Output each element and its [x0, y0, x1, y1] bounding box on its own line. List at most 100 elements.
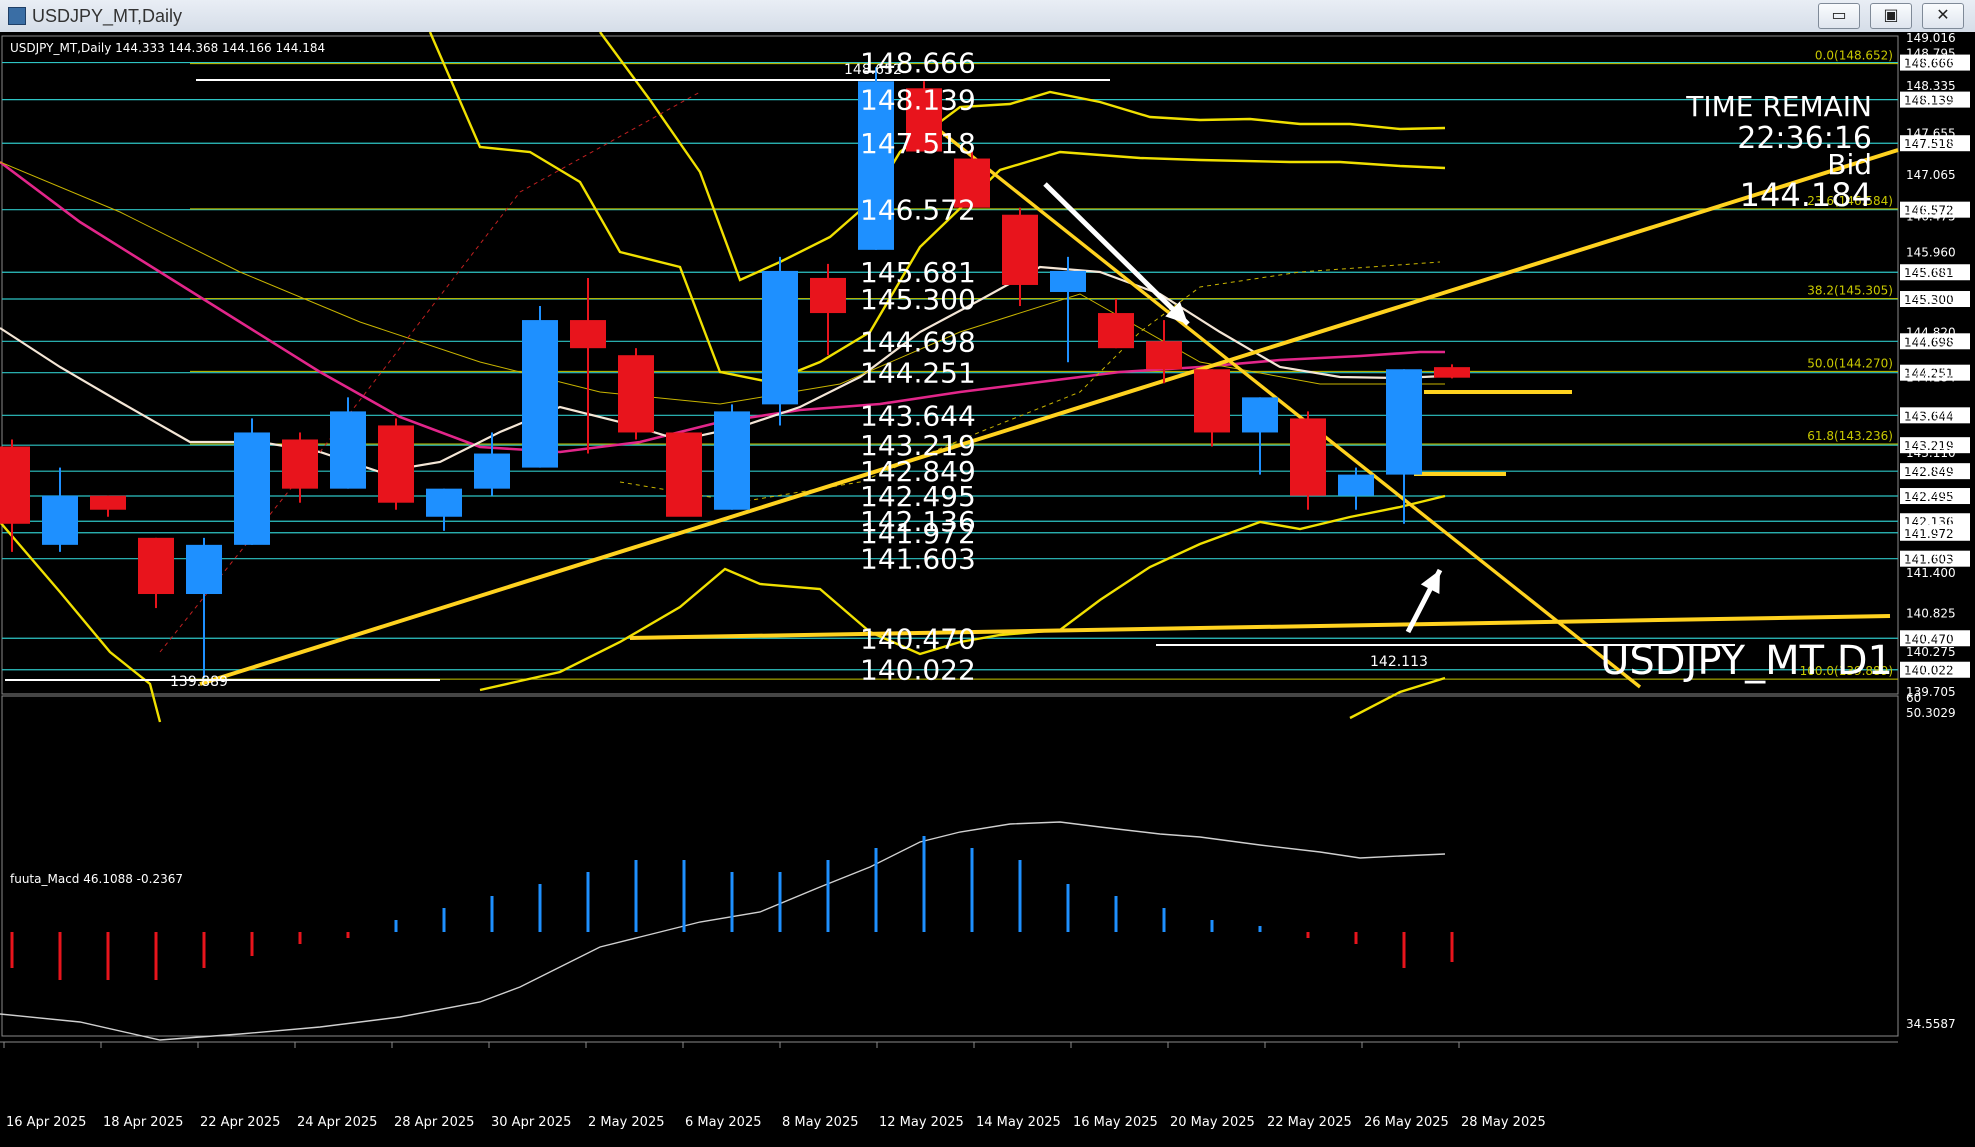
time-axis-label: 26 May 2025 [1364, 1115, 1449, 1130]
bull-candle [42, 495, 78, 545]
price-axis-tick: 144.698 [1906, 334, 1956, 348]
lower-band-right [1349, 676, 1446, 720]
price-axis-tick: 145.960 [1906, 246, 1956, 260]
price-axis-tick: 140.275 [1906, 645, 1956, 659]
price-axis-tick: 143.110 [1906, 446, 1956, 460]
level-label: 144.251 [860, 357, 976, 390]
bear-candle [378, 425, 414, 503]
price-axis-tick: 148.335 [1906, 79, 1956, 93]
bull-candle [234, 432, 270, 545]
window-title-bar: USDJPY_MT,Daily ▭ ▣ ✕ [0, 0, 1975, 33]
bull-candle [762, 270, 798, 405]
minimize-button[interactable]: ▭ [1818, 3, 1860, 29]
macd-axis-tick: 60 [1906, 691, 1921, 705]
chart-window[interactable]: 0.0(148.652) 23.6(146.584) 38.2(145.305) 50… [0, 31, 1975, 1143]
bull-candle [714, 411, 750, 510]
price-axis-tick: 140.022 [1906, 663, 1956, 677]
macd-pane-border [1, 695, 1899, 1037]
price-axis-tick: 148.666 [1906, 56, 1956, 70]
bull-candle [522, 320, 558, 468]
price-axis-tick: 141.603 [1906, 552, 1956, 566]
bear-candle [1146, 341, 1182, 370]
bear-candle [618, 355, 654, 433]
level-label: 140.022 [860, 654, 976, 687]
level-label: 140.470 [860, 622, 976, 655]
bull-candle [1386, 369, 1422, 475]
bear-candle [138, 537, 174, 595]
price-axis-tick: 147.065 [1906, 168, 1956, 182]
ascending-trendline [199, 148, 1899, 686]
bid-value: 144.184 [1740, 176, 1872, 214]
price-axis-tick: 141.400 [1906, 566, 1956, 580]
bull-candle [1338, 474, 1374, 496]
time-axis-label: 18 Apr 2025 [103, 1115, 183, 1130]
time-axis-label: 6 May 2025 [685, 1115, 762, 1130]
price-axis-tick: 143.644 [1906, 408, 1956, 422]
bull-candle [186, 544, 222, 595]
close-button[interactable]: ✕ [1922, 3, 1964, 29]
time-axis-label: 8 May 2025 [782, 1115, 859, 1130]
bull-candle [1050, 270, 1086, 292]
time-axis-label: 20 May 2025 [1170, 1115, 1255, 1130]
low-marker-label: 139.889 [170, 674, 228, 690]
time-axis-label: 14 May 2025 [976, 1115, 1061, 1130]
macd-indicator-label: fuuta_Macd 46.1088 -0.2367 [10, 872, 183, 886]
descending-trendline [908, 105, 1642, 689]
bear-candle [0, 446, 30, 524]
bear-candle [570, 320, 606, 349]
price-axis-tick: 146.475 [1906, 209, 1956, 223]
support-trendline [629, 614, 1891, 640]
bear-candle [1098, 313, 1134, 349]
time-axis-label: 16 Apr 2025 [6, 1115, 86, 1130]
price-axis-tick: 140.470 [1906, 631, 1956, 645]
window-title: USDJPY_MT,Daily [32, 6, 183, 26]
bear-candle [1002, 214, 1038, 285]
fib-label: 50.0(144.270) [1807, 356, 1893, 370]
time-axis-label: 22 Apr 2025 [200, 1115, 280, 1130]
price-axis-tick: 144.184 [1906, 370, 1956, 384]
macd-axis-tick: 50.3029 [1906, 706, 1956, 720]
fib-label: 0.0(148.652) [1815, 49, 1893, 63]
symbol-watermark: USDJPY_MT D1 [1600, 638, 1893, 684]
macd-signal-line [0, 821, 1446, 1041]
price-axis-tick: 141.972 [1906, 526, 1956, 540]
level-label: 147.518 [860, 127, 976, 160]
lower-band-left [0, 521, 162, 723]
price-axis-tick: 142.849 [1906, 464, 1956, 478]
bull-candle [1242, 397, 1278, 433]
chart-info-label: USDJPY_MT,Daily 144.333 144.368 144.166 … [10, 41, 325, 55]
price-axis-tick: 142.495 [1906, 489, 1956, 503]
time-axis-label: 22 May 2025 [1267, 1115, 1352, 1130]
bear-candle [1290, 418, 1326, 496]
high-marker-label: 148.652 [844, 62, 902, 78]
time-axis-label: 16 May 2025 [1073, 1115, 1158, 1130]
level-label: 145.300 [860, 283, 976, 316]
time-axis-label: 28 Apr 2025 [394, 1115, 474, 1130]
time-axis-label: 2 May 2025 [588, 1115, 665, 1130]
price-axis-tick: 148.139 [1906, 93, 1956, 107]
bear-candle [666, 432, 702, 517]
price-axis-tick: 149.016 [1906, 32, 1956, 45]
price-chart[interactable]: 0.0(148.652)23.6(146.584)38.2(145.305)50… [0, 31, 1975, 1143]
fib-label: 38.2(145.305) [1807, 284, 1893, 298]
price-axis-tick: 145.681 [1906, 265, 1956, 279]
level-label: 148.139 [860, 84, 976, 117]
price-axis-tick: 140.825 [1906, 606, 1956, 620]
swing-low-label: 142.113 [1370, 654, 1428, 670]
macd-axis-tick: 34.5587 [1906, 1017, 1956, 1031]
bull-candle [474, 453, 510, 489]
bull-candle [330, 411, 366, 489]
time-axis-label: 24 Apr 2025 [297, 1115, 377, 1130]
bear-candle [1434, 367, 1470, 378]
level-label: 144.698 [860, 325, 976, 358]
bull-candle [426, 488, 462, 517]
bear-candle [282, 439, 318, 489]
maximize-button[interactable]: ▣ [1870, 3, 1912, 29]
time-remain-label: TIME REMAIN [1685, 90, 1872, 123]
level-label: 141.603 [860, 543, 976, 576]
ma-thin [0, 161, 1445, 405]
chart-window-icon [8, 7, 26, 25]
bear-candle [810, 277, 846, 314]
price-axis-tick: 145.300 [1906, 292, 1956, 306]
level-label: 143.644 [860, 399, 976, 432]
